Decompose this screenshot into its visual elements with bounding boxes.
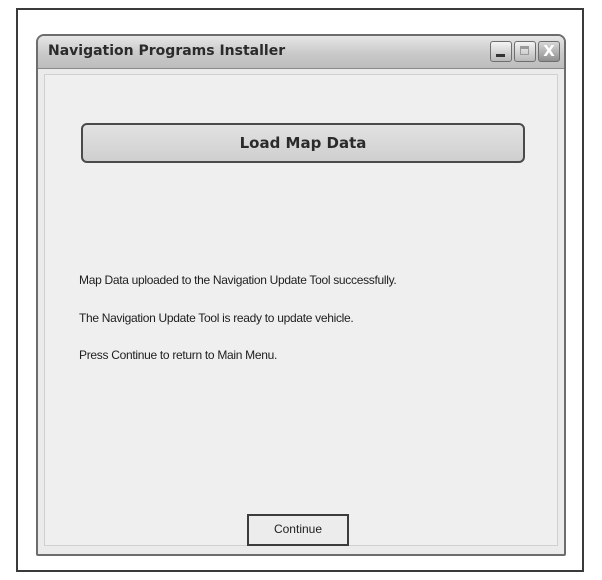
title-bar[interactable]: Navigation Programs Installer X <box>38 36 564 69</box>
window-title: Navigation Programs Installer <box>48 43 286 59</box>
banner-label: Load Map Data <box>239 134 367 152</box>
installer-window: Navigation Programs Installer X Load Map… <box>36 34 566 556</box>
close-button[interactable]: X <box>538 41 560 62</box>
minimize-button[interactable] <box>490 41 512 62</box>
instruction-message: Press Continue to return to Main Menu. <box>79 348 278 362</box>
continue-button[interactable]: Continue <box>247 514 349 546</box>
status-message-ready: The Navigation Update Tool is ready to u… <box>79 311 354 325</box>
close-icon: X <box>543 42 555 60</box>
window-controls: X <box>490 41 560 62</box>
figure-frame: Navigation Programs Installer X Load Map… <box>16 8 584 572</box>
maximize-button[interactable] <box>514 41 536 62</box>
load-map-data-banner: Load Map Data <box>81 123 525 163</box>
window-client-area: Load Map Data Map Data uploaded to the N… <box>44 74 558 546</box>
maximize-icon <box>515 42 535 61</box>
minimize-icon <box>491 42 511 61</box>
status-message-upload: Map Data uploaded to the Navigation Upda… <box>79 273 397 287</box>
